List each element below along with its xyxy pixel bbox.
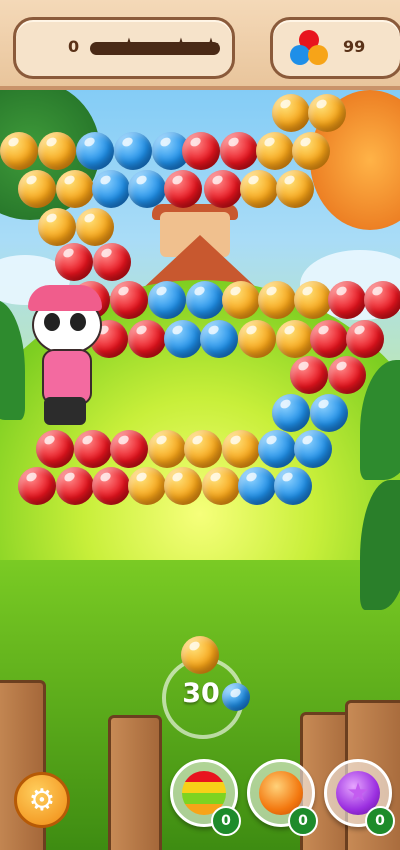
top-bar: 0 ★ ★ ★ 99 [0,0,400,90]
score-panel: 0 ★ ★ ★ [13,17,235,79]
star-icon: ★ [172,33,190,57]
orange-bubble [238,320,276,358]
blue-bubble [272,394,310,432]
star-icon: ★ [202,33,220,57]
red-bubble [93,243,131,281]
orange-bubble [38,208,76,246]
orange-bubble [272,94,310,132]
red-bubble [310,320,348,358]
blue-bubble [200,320,238,358]
orange-bubble [258,281,296,319]
shots-left-counter: 30 [182,678,220,709]
next-bubble[interactable] [222,683,250,711]
tri-bubble-coin-icon [290,30,328,65]
panda-character [26,285,106,435]
orange-bubble [76,208,114,246]
blue-bubble [186,281,224,319]
booster-count: 0 [365,806,395,836]
blue-bubble [310,394,348,432]
score-value: 0 [68,37,80,56]
coin-panel[interactable]: 99 [270,17,400,79]
orange-bubble [256,132,294,170]
red-bubble [55,243,93,281]
red-bubble [220,132,258,170]
star-icon: ★ [120,33,138,57]
orange-bubble [292,132,330,170]
panda-eye [44,313,60,331]
blue-bubble [164,320,202,358]
red-bubble [164,170,202,208]
red-bubble [204,170,242,208]
game-scene[interactable]: 30 ⚙ 0 0 ★ 0 0 ★ ★ ★ 99 [0,0,400,850]
orange-bubble [276,170,314,208]
red-bubble [36,430,74,468]
red-bubble [364,281,400,319]
blue-bubble [274,467,312,505]
orange-bubble [0,132,38,170]
red-bubble [328,356,366,394]
blue-bubble [238,467,276,505]
orange-bubble [148,430,186,468]
red-bubble [92,467,130,505]
orange-bubble [308,94,346,132]
fence-post [108,715,162,850]
panda-hat [28,285,102,311]
orange-bubble [222,430,260,468]
coin-count: 99 [343,37,366,56]
red-bubble [110,281,148,319]
current-bubble[interactable] [181,636,219,674]
red-bubble [18,467,56,505]
booster-count: 0 [288,806,318,836]
orange-bubble [164,467,202,505]
orange-bubble [38,132,76,170]
orange-bubble [56,170,94,208]
settings-button[interactable]: ⚙ [14,772,70,828]
blue-bubble [76,132,114,170]
booster-star[interactable]: ★ 0 [324,759,395,836]
blue-bubble [92,170,130,208]
blue-bubble [148,281,186,319]
red-bubble [328,281,366,319]
orange-bubble [202,467,240,505]
booster-rainbow[interactable]: 0 [170,759,241,836]
booster-fire[interactable]: 0 [247,759,318,836]
orange-bubble [128,467,166,505]
red-bubble [74,430,112,468]
panda-legs [44,397,86,425]
orange-bubble [240,170,278,208]
orange-bubble [222,281,260,319]
blue-bubble [128,170,166,208]
red-bubble [290,356,328,394]
orange-bubble [184,430,222,468]
red-bubble [110,430,148,468]
orange-bubble [294,281,332,319]
red-bubble [182,132,220,170]
red-bubble [56,467,94,505]
orange-bubble [276,320,314,358]
gear-icon: ⚙ [28,782,56,818]
panda-eye [70,313,86,331]
score-progress-bar: ★ ★ ★ [90,35,220,55]
blue-bubble [258,430,296,468]
blue-bubble [294,430,332,468]
orange-bubble [18,170,56,208]
red-bubble [128,320,166,358]
blue-bubble [114,132,152,170]
red-bubble [346,320,384,358]
booster-count: 0 [211,806,241,836]
